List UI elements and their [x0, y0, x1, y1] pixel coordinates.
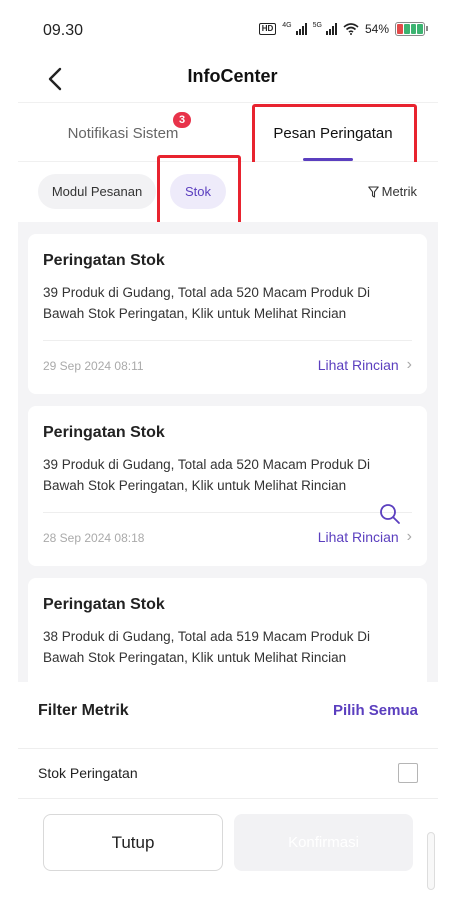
card-date: 29 Sep 2024 08:11	[43, 359, 144, 373]
page-title: InfoCenter	[187, 66, 278, 86]
tab-warning-messages[interactable]: Pesan Peringatan	[228, 103, 438, 163]
signal-icon	[295, 23, 307, 35]
search-icon[interactable]	[378, 502, 402, 526]
filter-icon	[367, 185, 379, 198]
message-list: Peringatan Stok 39 Produk di Gudang, Tot…	[18, 222, 438, 682]
metric-filter-button[interactable]: Metrik	[367, 184, 417, 199]
battery-percent: 54%	[364, 22, 389, 36]
card-body: 39 Produk di Gudang, Total ada 520 Macam…	[43, 285, 370, 321]
view-details-link[interactable]: Lihat Rincian ›	[318, 528, 412, 546]
card-title: Peringatan Stok	[43, 424, 165, 441]
status-time: 09.30	[43, 22, 84, 39]
tab-label: Pesan Peringatan	[273, 124, 393, 142]
message-card[interactable]: Peringatan Stok 38 Produk di Gudang, Tot…	[28, 578, 427, 682]
chevron-right-icon: ›	[406, 356, 412, 373]
view-details-label: Lihat Rincian	[317, 357, 399, 373]
chevron-right-icon: ›	[406, 528, 412, 545]
notification-badge: 3	[173, 112, 191, 128]
network-5g-label: 5G	[312, 21, 322, 29]
chip-order-module[interactable]: Modul Pesanan	[38, 174, 156, 209]
card-body: 38 Produk di Gudang, Total ada 519 Macam…	[43, 629, 370, 665]
status-icons: HD 4G 5G 54%	[258, 21, 428, 36]
close-button[interactable]: Tutup	[43, 814, 223, 871]
checkbox-stock-warning[interactable]	[398, 763, 418, 783]
signal-icon-2	[325, 23, 337, 35]
view-details-link[interactable]: Lihat Rincian ›	[318, 356, 412, 374]
option-label-stock-warning: Stok Peringatan	[38, 765, 138, 781]
tab-system-notifications[interactable]: Notifikasi Sistem	[18, 103, 228, 163]
scrollbar-handle[interactable]	[427, 832, 435, 890]
wifi-icon	[343, 23, 359, 35]
tab-label: Notifikasi Sistem	[67, 124, 179, 142]
divider	[18, 798, 438, 799]
message-card[interactable]: Peringatan Stok 39 Produk di Gudang, Tot…	[28, 406, 427, 566]
confirm-button[interactable]: Konfirmasi	[234, 814, 413, 871]
hd-icon: HD	[258, 23, 277, 35]
sheet-title: Filter Metrik	[38, 702, 129, 719]
card-divider	[43, 340, 412, 341]
divider	[18, 748, 438, 749]
card-body: 39 Produk di Gudang, Total ada 520 Macam…	[43, 457, 370, 493]
view-details-label: Lihat Rincian	[317, 529, 399, 545]
message-card[interactable]: Peringatan Stok 39 Produk di Gudang, Tot…	[28, 234, 427, 394]
network-4g-label: 4G	[282, 21, 292, 29]
app-header: InfoCenter	[0, 56, 465, 102]
status-bar: 09.30 HD 4G 5G 54%	[0, 0, 465, 56]
card-divider	[43, 512, 412, 513]
metric-label: Metrik	[381, 184, 417, 199]
card-date: 28 Sep 2024 08:18	[43, 531, 145, 545]
active-tab-indicator	[303, 158, 353, 161]
select-all-button[interactable]: Pilih Semua	[333, 702, 418, 719]
filter-bottom-sheet: Filter Metrik Pilih Semua Stok Peringata…	[18, 682, 438, 908]
filter-chip-row: Modul Pesanan Stok Metrik	[0, 162, 465, 222]
tab-bar: Notifikasi Sistem 3 Pesan Peringatan	[18, 102, 438, 162]
chip-stock[interactable]: Stok	[170, 174, 226, 209]
card-title: Peringatan Stok	[43, 596, 165, 613]
battery-icon	[395, 22, 428, 36]
card-title: Peringatan Stok	[43, 252, 165, 269]
